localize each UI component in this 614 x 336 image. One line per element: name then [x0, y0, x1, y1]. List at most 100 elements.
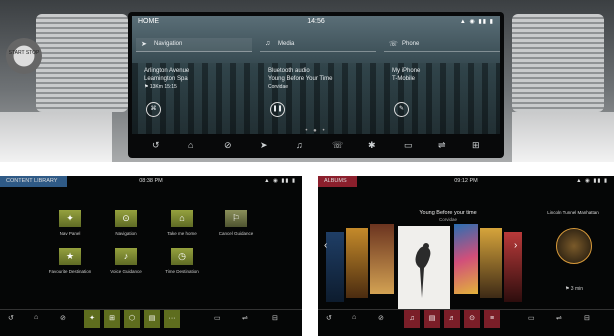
link-icon[interactable]: ⊘ [378, 314, 384, 322]
phone-device: My iPhone [392, 68, 421, 74]
nav-panel-icon: ✦ [59, 210, 81, 227]
home-screen: HOME 14:56 ▲ ◉ ▮▮ ▮ ➤ Navigation Arlingto… [128, 12, 504, 158]
music-icon[interactable]: ♬ [444, 310, 460, 328]
dashboard-photo: START STOP HOME 14:56 ▲ ◉ ▮▮ ▮ ➤ Navigati… [0, 0, 614, 162]
navigation-tile[interactable]: ➤ Navigation Arlington Avenue Leamington … [136, 38, 252, 120]
home-icon[interactable]: ⌂ [352, 314, 356, 321]
shortcut-nav-panel[interactable]: ✦ Nav Panel [48, 210, 92, 236]
destination-eta: ⚑ 3 min [564, 286, 584, 292]
right-trim [512, 112, 614, 162]
clock: 14:56 [307, 18, 325, 25]
status-bar: ALBUMS 09:12 PM ▲ ◉ ▮▮ ▮ [318, 176, 614, 187]
nav-action-button[interactable]: ⌘ [146, 102, 161, 117]
shortcut-favourite-destination[interactable]: ★ Favourite Destination [48, 248, 92, 274]
tile-title: Phone [402, 41, 420, 47]
back-icon[interactable]: ↺ [8, 314, 14, 322]
shortcut-label: Time Destination [165, 269, 199, 274]
bird-artwork-icon [415, 243, 431, 298]
media-tile[interactable]: ♫ Media Bluetooth audio Young Before Your… [260, 38, 376, 120]
media-icon[interactable]: ⬡ [124, 310, 140, 328]
media-icon[interactable]: ♫ [296, 140, 303, 150]
shortcut-label: Cancel Guidance [218, 231, 254, 236]
next-arrow-icon[interactable]: › [514, 240, 517, 251]
phone-icon[interactable]: ☏ [332, 140, 343, 151]
album-artist: Corvidae [438, 217, 457, 222]
transfer-icon[interactable]: ⇌ [556, 314, 562, 322]
pause-button[interactable]: ❚❚ [270, 102, 285, 117]
voice-icon: ♪ [115, 248, 137, 265]
media-source: Bluetooth audio [268, 68, 310, 74]
home-icon[interactable]: ⌂ [34, 314, 38, 321]
tile-title: Navigation [154, 41, 183, 47]
album-cover[interactable] [480, 228, 502, 298]
album-cover[interactable] [504, 232, 522, 302]
shortcut-voice-guidance[interactable]: ♪ Voice Guidance [104, 248, 148, 274]
album-cover[interactable] [454, 224, 478, 294]
apps-icon[interactable]: ⊞ [472, 140, 480, 151]
left-air-vent [36, 14, 128, 112]
radio-icon[interactable]: ⊙ [464, 310, 480, 328]
grid-icon[interactable]: ⊟ [272, 314, 278, 322]
library-icon[interactable]: ▤ [424, 310, 440, 328]
phone-tile[interactable]: ☏ Phone My iPhone T-Mobile ✎ [384, 38, 500, 120]
back-icon[interactable]: ↺ [152, 140, 160, 151]
link-icon[interactable]: ⊘ [60, 314, 66, 322]
destination-title: Lincoln Tunnel Manhattan [547, 210, 599, 215]
transfer-icon[interactable]: ⇌ [438, 140, 446, 151]
destination-thumbnail[interactable] [556, 228, 592, 264]
album-cover[interactable] [326, 232, 344, 302]
page-indicator: • ● • [305, 128, 327, 134]
nav-town: Leamington Spa [144, 76, 188, 82]
albums-screen: ALBUMS 09:12 PM ▲ ◉ ▮▮ ▮ Young Before yo… [318, 176, 614, 336]
shortcut-label: Navigation [115, 231, 137, 236]
media-icon: ♫ [265, 40, 271, 47]
phone-carrier: T-Mobile [392, 76, 416, 82]
link-icon[interactable]: ⊘ [224, 140, 232, 151]
apps-icon[interactable]: ⊞ [104, 310, 120, 328]
status-icons: ▲ ◉ ▮▮ ▮ [264, 178, 296, 184]
grid-icon[interactable]: ⊟ [584, 314, 590, 322]
status-icons: ▲ ◉ ▮▮ ▮ [576, 178, 608, 184]
shortcut-take-me-home[interactable]: ⌂ Take me home [160, 210, 204, 236]
back-icon[interactable]: ↺ [326, 314, 332, 322]
camera-icon[interactable]: ▭ [214, 314, 221, 322]
shortcut-label: Voice Guidance [110, 269, 142, 274]
album-cover[interactable] [370, 224, 394, 294]
nav-street: Arlington Avenue [144, 68, 190, 74]
home-icon[interactable]: ⌂ [188, 140, 193, 150]
transfer-icon[interactable]: ⇌ [242, 314, 248, 322]
bluetooth-icon[interactable]: ✱ [368, 140, 376, 151]
shortcut-label: Nav Panel [59, 231, 81, 236]
media-artist: Corvidae [268, 84, 289, 90]
nav-panel-icon[interactable]: ✦ [84, 310, 100, 328]
clock-icon: ◷ [171, 248, 193, 265]
navigation-icon[interactable]: ➤ [260, 140, 268, 151]
status-bar: HOME 14:56 ▲ ◉ ▮▮ ▮ [132, 16, 500, 28]
start-stop-button[interactable]: START STOP [6, 38, 42, 74]
tile-title: Media [278, 41, 295, 47]
bottom-dock: ↺ ⌂ ⊘ ✦ ⊞ ⬡ ▤ ··· ▭ ⇌ ⊟ [0, 309, 302, 328]
shortcut-cancel-guidance[interactable]: ⚐ Cancel Guidance [214, 210, 258, 236]
shortcut-label: Take me home [167, 231, 197, 236]
media-icon[interactable]: ♫ [404, 310, 420, 328]
navigation-icon: ➤ [141, 41, 147, 48]
phone-action-button[interactable]: ✎ [394, 102, 409, 117]
phone-icon[interactable]: ▤ [144, 310, 160, 328]
right-air-vent [512, 14, 604, 112]
shortcut-time-destination[interactable]: ◷ Time Destination [160, 248, 204, 274]
status-icons: ▲ ◉ ▮▮ ▮ [459, 19, 494, 25]
nav-eta: ⚑ 13Km 15:15 [144, 84, 177, 90]
current-album-cover[interactable] [398, 226, 450, 310]
media-track: Young Before Your Time [268, 76, 333, 82]
content-library-screen: CONTENT LIBRARY 08:38 PM ▲ ◉ ▮▮ ▮ ✦ Nav P… [0, 176, 302, 336]
camera-icon[interactable]: ▭ [404, 140, 413, 151]
album-cover[interactable] [346, 228, 368, 298]
shortcut-navigation[interactable]: ⊙ Navigation [104, 210, 148, 236]
list-icon[interactable]: ≡ [484, 310, 500, 328]
camera-icon[interactable]: ▭ [528, 314, 535, 322]
flag-icon: ⚐ [225, 210, 247, 227]
bottom-dock: ↺ ⌂ ⊘ ♫ ▤ ♬ ⊙ ≡ ▭ ⇌ ⊟ [318, 309, 614, 328]
more-icon[interactable]: ··· [164, 310, 180, 328]
bottom-dock: ↺ ⌂ ⊘ ➤ ♫ ☏ ✱ ▭ ⇌ ⊞ [128, 136, 504, 156]
previous-arrow-icon[interactable]: ‹ [324, 240, 327, 251]
